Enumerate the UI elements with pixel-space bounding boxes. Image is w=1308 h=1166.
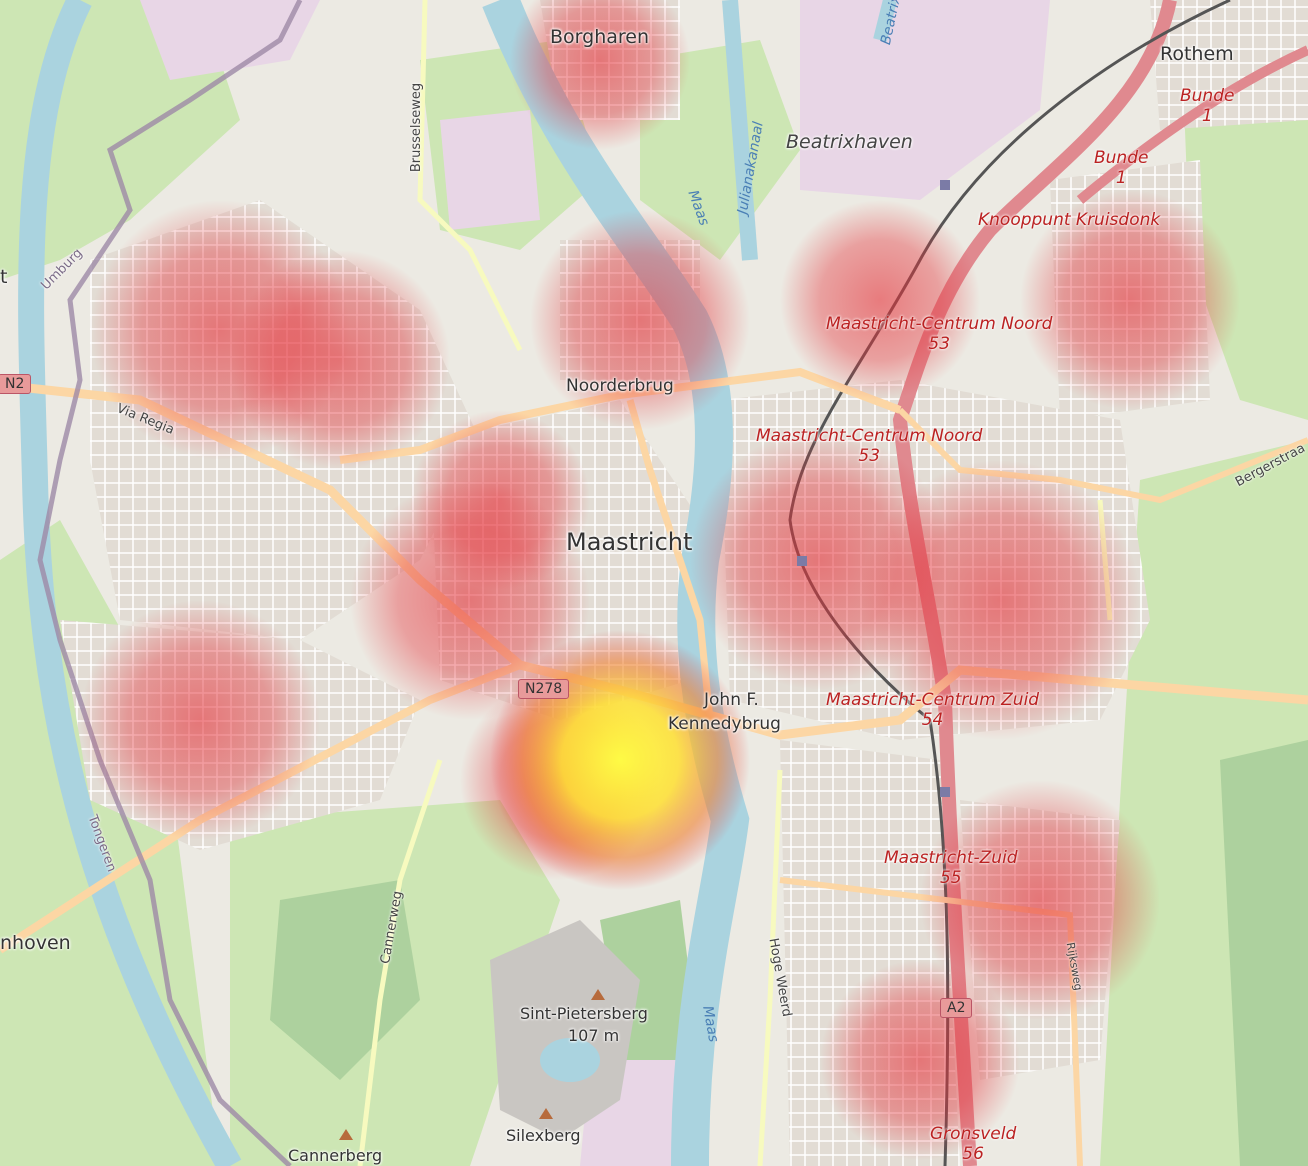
station-icon-randwyck [940, 787, 950, 797]
road-shield-a2: A2 [940, 998, 973, 1018]
map-canvas[interactable]: Borgharen Rothem Beatrixhaven Maastricht… [0, 0, 1308, 1166]
road-shield-n2: N2 [0, 374, 32, 394]
map-base-layer [0, 0, 1308, 1166]
station-icon-noord [940, 180, 950, 190]
station-icon-centraal [797, 556, 807, 566]
quarry-lake [540, 1038, 600, 1082]
road-shield-n278: N278 [518, 679, 570, 699]
